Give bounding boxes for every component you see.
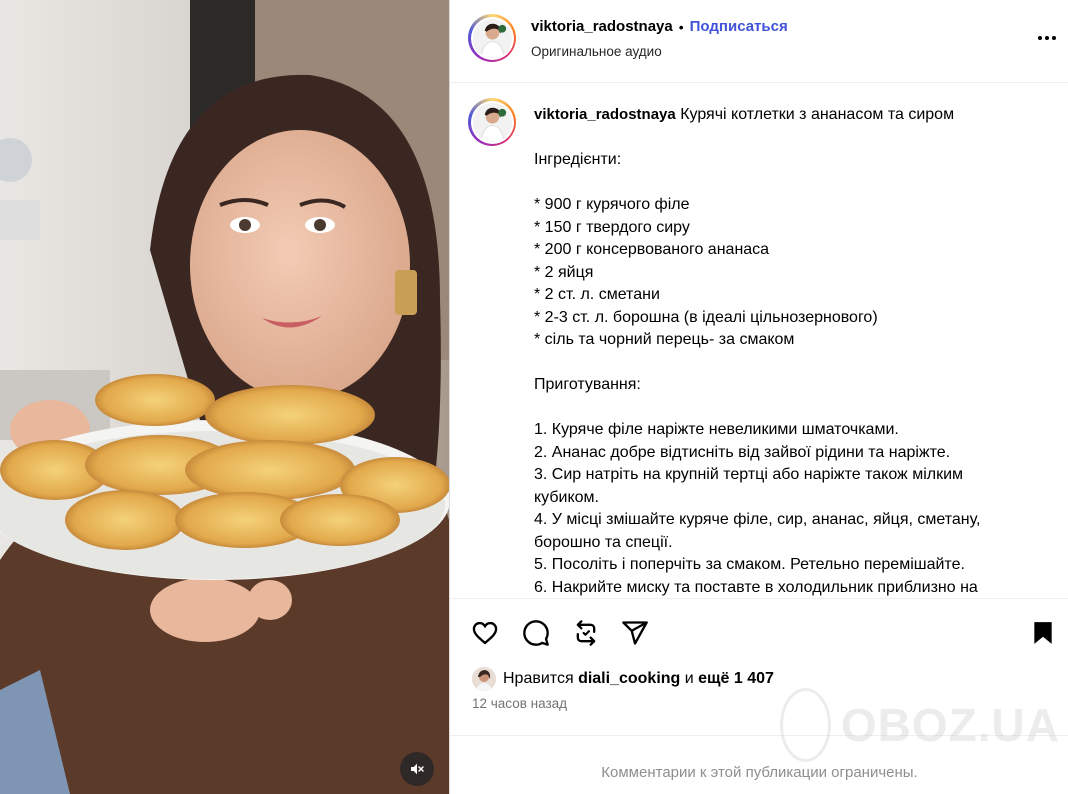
share-icon [622, 621, 648, 645]
caption-line: * 2 ст. л. сметани [534, 286, 660, 303]
repost-icon [576, 620, 596, 646]
more-options-button[interactable] [1034, 28, 1060, 48]
likes-prefix: Нравится [503, 670, 574, 687]
post-timestamp[interactable]: 12 часов назад [472, 696, 567, 711]
comment-button[interactable] [521, 618, 551, 648]
caption-text: viktoria_radostnaya Курячі котлетки з ан… [534, 104, 1034, 598]
caption-line: * 2 яйця [534, 263, 594, 281]
caption-line: Інгредієнти: [534, 151, 622, 168]
follow-button[interactable]: Подписаться [690, 18, 788, 35]
post-media[interactable] [0, 0, 449, 794]
caption-area[interactable]: viktoria_radostnaya Курячі котлетки з ан… [450, 84, 1068, 598]
repost-button[interactable] [571, 618, 601, 648]
caption-line: 4. У місці змішайте куряче філе, сир, ан… [534, 511, 981, 528]
caption-line [534, 352, 1034, 375]
caption-username[interactable]: viktoria_radostnaya [534, 106, 676, 123]
caption-line: * сіль та чорний перець- за смаком [534, 331, 795, 348]
caption-line: * 2-3 ст. л. борошна (в ідеалі цільнозер… [534, 308, 878, 326]
caption-line [534, 172, 1034, 195]
likes-summary[interactable]: Нравится diali_cooking и ещё 1 407 [472, 667, 774, 691]
post-header: viktoria_radostnaya • Подписаться Оригин… [450, 0, 1068, 83]
caption-line: кубиком. [534, 488, 599, 506]
caption-line: * 200 г консервованого ананаса [534, 241, 770, 258]
caption-body: Інгредієнти: * 900 г курячого філе * 150 г… [534, 127, 1034, 599]
like-button[interactable] [470, 618, 500, 648]
save-button[interactable] [1028, 618, 1058, 648]
caption-title: Курячі котлетки з ананасом та сиром [680, 106, 955, 123]
caption-line: * 900 г курячого філе [534, 196, 690, 213]
caption-line [534, 127, 1034, 150]
caption-line [534, 397, 1034, 420]
post-photo [0, 0, 449, 794]
more-horizontal-icon [1038, 36, 1042, 40]
caption-line: 3. Сир натріть на крупній тертці або нар… [534, 466, 964, 483]
comment-icon [523, 620, 549, 646]
caption-line: 6. Накрийте миску та поставте в холодиль… [534, 578, 978, 596]
caption-line: Приготування: [534, 376, 641, 393]
share-button[interactable] [620, 618, 650, 648]
caption-line: * 150 г твердого сиру [534, 218, 690, 236]
caption-first-line: viktoria_radostnaya Курячі котлетки з ан… [534, 104, 1034, 127]
mute-button[interactable] [400, 752, 434, 786]
caption-author-avatar[interactable] [468, 98, 516, 146]
liker-avatar[interactable] [472, 667, 496, 691]
post-sidebar: viktoria_radostnaya • Подписаться Оригин… [449, 0, 1068, 794]
author-username[interactable]: viktoria_radostnaya [531, 18, 673, 35]
bookmark-icon [1034, 622, 1052, 644]
likes-count[interactable]: ещё 1 407 [698, 670, 774, 688]
comments-limited-notice: Комментарии к этой публикации ограничены… [601, 764, 918, 781]
caption-line: 2. Ананас добре відтисніть від зайвої рі… [534, 443, 951, 461]
likes-conjunction: и [684, 670, 694, 687]
separator-dot: • [678, 18, 684, 35]
heart-icon [472, 621, 498, 645]
caption-line: борошно та спеції. [534, 533, 673, 551]
caption-line: 1. Куряче філе наріжте невеликими шматоч… [534, 421, 899, 438]
speaker-muted-icon [411, 763, 424, 775]
liker-username[interactable]: diali_cooking [578, 670, 680, 688]
comments-footer: Комментарии к этой публикации ограничены… [450, 735, 1068, 794]
author-avatar[interactable] [468, 14, 516, 62]
original-audio-link[interactable]: Оригинальное аудио [531, 44, 662, 59]
caption-line: 5. Посоліть і поперчіть за смаком. Ретел… [534, 556, 965, 573]
